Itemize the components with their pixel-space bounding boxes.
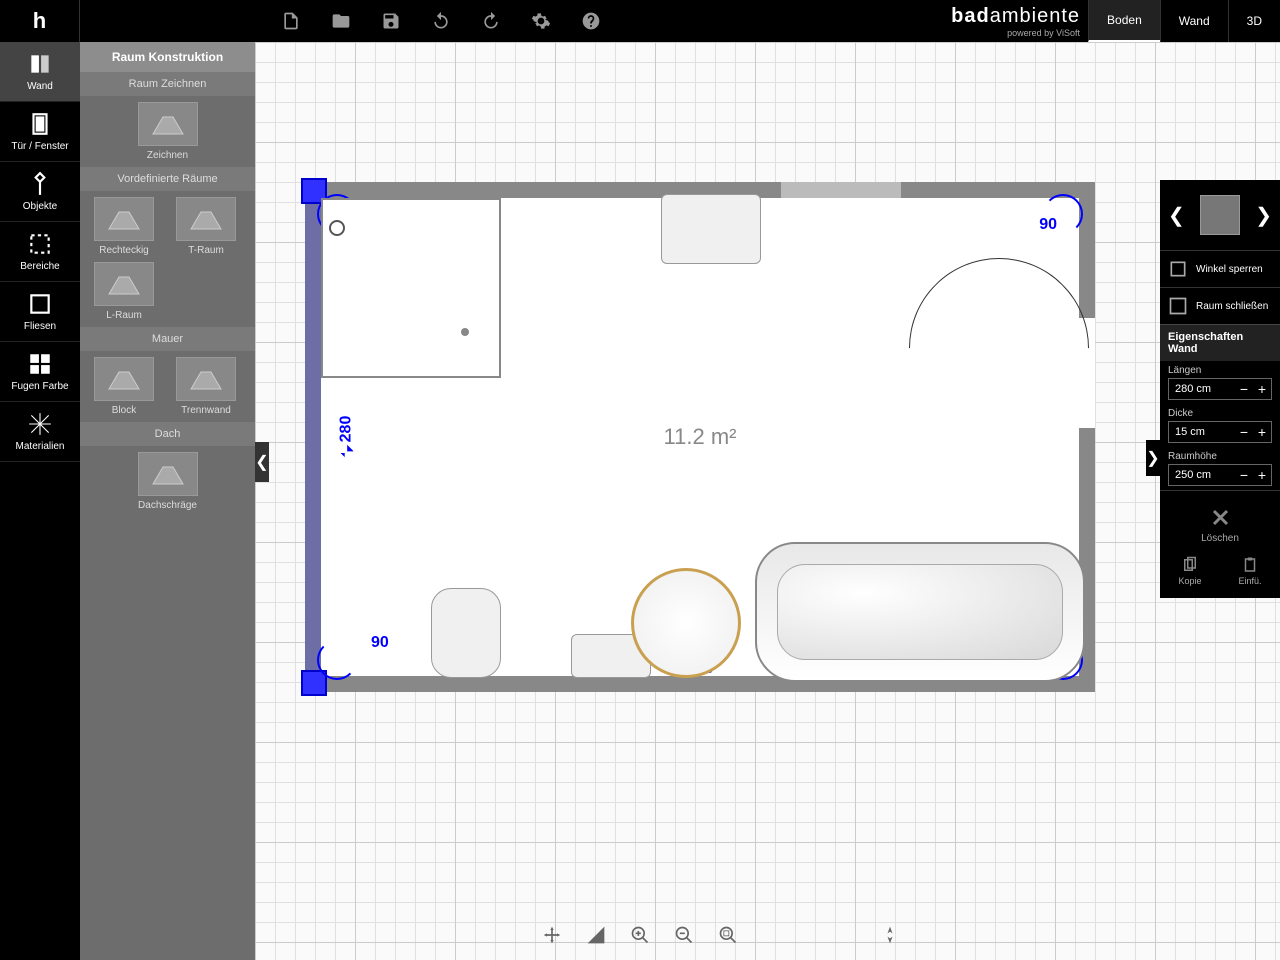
settings-icon[interactable] [530,10,552,32]
left-panel: Raum Konstruktion Raum Zeichnen Zeichnen V… [80,42,255,960]
panel-item-t-raum[interactable]: T-Raum [168,197,244,256]
room-outline[interactable]: 90 90 90 90 280 400 400 11.2 m² [305,182,1095,692]
compass-icon[interactable] [879,924,901,946]
rail-item-materialien[interactable]: Materialien [0,402,80,462]
delete-button[interactable]: Löschen [1160,490,1280,550]
right-panel: ❯ ❮ ❯ Winkel sperren Raum schließen Eige… [1160,180,1280,598]
panel-section-header: Vordefinierte Räume [80,167,255,191]
panel-item-zeichnen[interactable]: Zeichnen [86,102,249,161]
decrement-button[interactable]: − [1235,381,1253,397]
panel-item-trennwand[interactable]: Trennwand [168,357,244,416]
field-label: Längen [1168,365,1272,376]
save-icon[interactable] [380,10,402,32]
field-label: Raumhöhe [1168,451,1272,462]
panel-item-l-raum[interactable]: L-Raum [86,262,162,321]
properties-title: Eigenschaften Wand [1160,324,1280,361]
view-tab-boden[interactable]: Boden [1088,0,1160,42]
prev-wall-button[interactable]: ❮ [1168,203,1185,228]
zoom-out-icon[interactable] [673,924,695,946]
view-tab-wand[interactable]: Wand [1160,0,1228,42]
left-rail: WandTür / FensterObjekteBereicheFliesenF… [0,42,80,960]
toilet-fixture[interactable] [431,588,501,678]
panel-section-header: Dach [80,422,255,446]
rail-item-fliesen[interactable]: Fliesen [0,282,80,342]
sink-fixture[interactable] [661,194,761,264]
compass[interactable] [879,924,901,946]
app-logo[interactable]: h [0,0,80,42]
door-swing-arc [872,221,1127,476]
dimension-left[interactable]: 280 [337,416,355,459]
panel-collapse-button[interactable]: ❮ [255,442,269,482]
field-input-längen[interactable]: 280 cm−+ [1168,378,1272,400]
bathtub-fixture[interactable] [755,542,1085,682]
decrement-button[interactable]: − [1235,424,1253,440]
zoom-fit-icon[interactable] [717,924,739,946]
increment-button[interactable]: + [1253,424,1271,440]
panel-section-header: Mauer [80,327,255,351]
window-opening[interactable] [781,182,901,198]
topbar: h badambiente powered by ViSoft BodenWan… [0,0,1280,42]
round-fixture[interactable] [631,568,741,678]
rail-item-wand[interactable]: Wand [0,42,80,102]
view-tabs: BodenWand3D [1088,0,1280,42]
field-input-raumhöhe[interactable]: 250 cm−+ [1168,464,1272,486]
increment-button[interactable]: + [1253,467,1271,483]
next-wall-button[interactable]: ❯ [1255,203,1272,228]
close-room-button[interactable]: Raum schließen [1160,287,1280,324]
field-label: Dicke [1168,408,1272,419]
panel-section-header: Raum Zeichnen [80,72,255,96]
wall-thumbnail[interactable] [1200,195,1240,235]
paste-button[interactable]: Einfü. [1238,556,1261,586]
angle-arc [317,640,357,680]
wall-selection[interactable] [305,182,321,692]
rail-item-tür-fenster[interactable]: Tür / Fenster [0,102,80,162]
view-tab-3d[interactable]: 3D [1228,0,1280,42]
field-input-dicke[interactable]: 15 cm−+ [1168,421,1272,443]
pan-tool-icon[interactable] [541,924,563,946]
undo-icon[interactable] [430,10,452,32]
panel-item-rechteckig[interactable]: Rechteckig [86,197,162,256]
bottom-toolbar [541,924,739,946]
rail-item-fugen-farbe[interactable]: Fugen Farbe [0,342,80,402]
help-icon[interactable] [580,10,602,32]
rail-item-bereiche[interactable]: Bereiche [0,222,80,282]
new-file-icon[interactable] [280,10,302,32]
room-area-label: 11.2 m² [664,424,737,450]
angle-label-tr: 90 [1039,216,1057,234]
angle-label-bl: 90 [371,634,389,652]
copy-button[interactable]: Kopie [1178,556,1201,586]
panel-title: Raum Konstruktion [80,42,255,72]
panel-item-block[interactable]: Block [86,357,162,416]
open-folder-icon[interactable] [330,10,352,32]
zoom-in-icon[interactable] [629,924,651,946]
increment-button[interactable]: + [1253,381,1271,397]
lock-angle-button[interactable]: Winkel sperren [1160,250,1280,287]
shower-fixture[interactable] [321,198,501,378]
rail-item-objekte[interactable]: Objekte [0,162,80,222]
redo-icon[interactable] [480,10,502,32]
measure-tool-icon[interactable] [585,924,607,946]
floorplan-canvas[interactable]: 90 90 90 90 280 400 400 11.2 m² [255,42,1280,960]
brand: badambiente powered by ViSoft [951,5,1080,38]
right-panel-expand-button[interactable]: ❯ [1146,440,1160,476]
panel-item-dachschräge[interactable]: Dachschräge [86,452,249,511]
decrement-button[interactable]: − [1235,467,1253,483]
